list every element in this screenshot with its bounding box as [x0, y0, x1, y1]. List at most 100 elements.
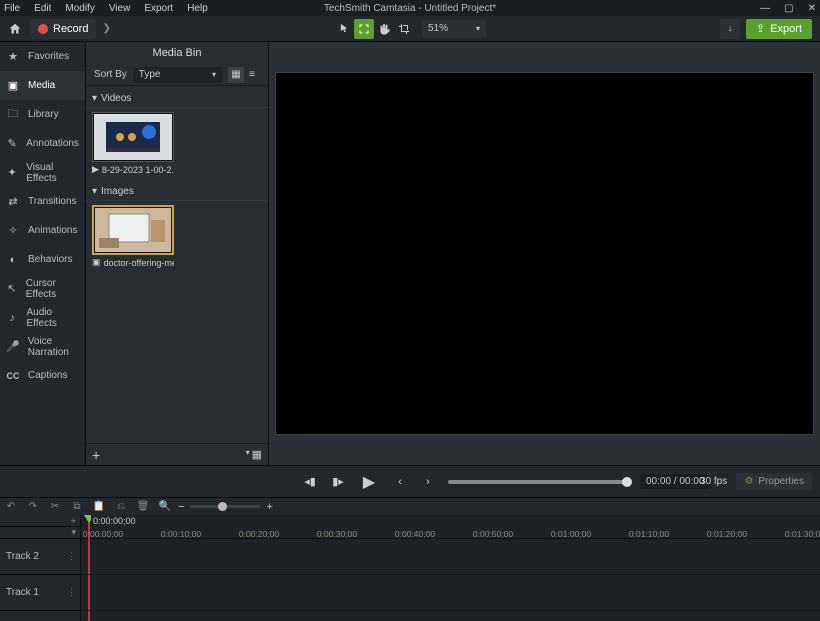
zoom-out-button[interactable]: − — [178, 501, 184, 513]
next-marker-button[interactable]: › — [418, 472, 438, 492]
track-row[interactable] — [81, 575, 820, 611]
paste-button[interactable]: 📋 — [92, 500, 106, 514]
star-icon: ★ — [6, 50, 20, 64]
menu-help[interactable]: Help — [187, 3, 208, 14]
group-images[interactable]: ▾Images — [86, 183, 268, 201]
sort-label: Sort By — [94, 69, 127, 80]
tick: 0:00:40;00 — [395, 529, 435, 539]
record-menu-chevron[interactable]: ❯ — [102, 23, 110, 34]
tick: 0:01:10;00 — [629, 529, 669, 539]
view-grid[interactable]: ▦ — [228, 67, 244, 83]
toolbar: Record ❯ 51% ▾ ↓ ⇪ Export — [0, 16, 820, 42]
tab-behaviors[interactable]: ◐Behaviors — [0, 245, 85, 274]
image-icon: ▣ — [92, 257, 101, 268]
view-list[interactable]: ≡ — [244, 67, 260, 83]
menu-file[interactable]: File — [4, 3, 20, 14]
window-title: TechSmith Camtasia - Untitled Project* — [324, 3, 496, 14]
chevron-down-icon: ▾ — [476, 24, 480, 33]
play-button[interactable]: ▶ — [356, 469, 382, 495]
tab-cursor-effects[interactable]: ↖Cursor Effects — [0, 274, 85, 303]
undo-button[interactable]: ↶ — [4, 500, 18, 514]
tick: 0:00:00;00 — [83, 529, 123, 539]
sort-select[interactable]: Type ▾ — [133, 67, 222, 83]
tick: 0:01:30;00 — [785, 529, 820, 539]
track-menu-button[interactable]: ▾ — [71, 527, 76, 538]
track-label-2[interactable]: Track 2⋮ — [0, 539, 80, 575]
canvas-area — [269, 42, 820, 465]
tab-annotations[interactable]: ✎Annotations — [0, 129, 85, 158]
menu-modify[interactable]: Modify — [65, 3, 94, 14]
cut-button[interactable]: ✂ — [48, 500, 62, 514]
export-button[interactable]: ⇪ Export — [746, 19, 812, 39]
timeline-tools: ↶ ↷ ✂ ⧉ 📋 ⎌ 🗑 🔍 − + — [0, 497, 820, 515]
annotations-icon: ✎ — [6, 137, 18, 151]
gear-icon: ⚙ — [744, 476, 753, 487]
split-button[interactable]: ⎌ — [114, 500, 128, 514]
maximize-button[interactable]: ▢ — [784, 3, 793, 14]
transitions-icon: ⇄ — [6, 195, 20, 209]
scrubber-knob[interactable] — [622, 477, 632, 487]
tick: 0:01:00;00 — [551, 529, 591, 539]
close-button[interactable]: ✕ — [808, 3, 816, 14]
menu-edit[interactable]: Edit — [34, 3, 51, 14]
zoom-value: 51% — [428, 23, 448, 34]
chevron-down-icon: ▾ — [212, 70, 216, 79]
record-button[interactable]: Record — [30, 19, 96, 39]
prev-frame-button[interactable]: ◂▮ — [300, 472, 320, 492]
properties-button[interactable]: ⚙ Properties — [736, 473, 812, 490]
tab-visual-effects[interactable]: ✦Visual Effects — [0, 158, 85, 187]
tab-audio-effects[interactable]: ♪Audio Effects — [0, 303, 85, 332]
tab-animations[interactable]: ✧Animations — [0, 216, 85, 245]
add-track-button[interactable]: + — [71, 516, 76, 526]
export-label: Export — [770, 23, 802, 35]
zoom-in-button[interactable]: + — [266, 501, 272, 513]
tick: 0:01:20;00 — [707, 529, 747, 539]
track-handle-icon[interactable]: ⋮ — [67, 587, 76, 598]
delete-button[interactable]: 🗑 — [136, 500, 150, 514]
cursor-effects-icon: ↖ — [6, 282, 18, 296]
playbar: ◂▮ ▮▸ ▶ ‹ › 00:00 / 00:00 30 fps ⚙ Prope… — [0, 465, 820, 497]
prev-marker-button[interactable]: ‹ — [390, 472, 410, 492]
track-row[interactable] — [81, 539, 820, 575]
timeline: + ▾ Track 2⋮ Track 1⋮ 0:00:00;00 0:00:00… — [0, 515, 820, 621]
media-item-video[interactable]: ▶8-29-2023 1-00-2... — [92, 112, 174, 175]
timeline-body[interactable]: 0:00:00;00 0:00:00;00 0:00:10;00 0:00:20… — [81, 515, 820, 621]
tool-select[interactable] — [334, 19, 354, 39]
panel-grid-button[interactable]: ▦ — [252, 448, 262, 461]
zoom-timeline-button[interactable]: 🔍 — [158, 500, 172, 514]
tab-media[interactable]: ▣Media — [0, 71, 85, 100]
menu-view[interactable]: View — [109, 3, 131, 14]
zoom-combo[interactable]: 51% ▾ — [422, 20, 486, 38]
tool-pan[interactable] — [374, 19, 394, 39]
tab-captions[interactable]: CCCaptions — [0, 361, 85, 390]
copy-button[interactable]: ⧉ — [70, 500, 84, 514]
scrubber[interactable] — [448, 480, 628, 484]
tab-voice-narration[interactable]: 🎤Voice Narration — [0, 332, 85, 361]
timeline-ruler[interactable]: 0:00:00;00 0:00:00;00 0:00:10;00 0:00:20… — [81, 515, 820, 539]
tool-resize[interactable] — [354, 19, 374, 39]
minimize-button[interactable]: — — [760, 3, 770, 14]
add-media-button[interactable]: + — [92, 447, 100, 463]
tab-favorites[interactable]: ★Favorites — [0, 42, 85, 71]
tick: 0:00:20;00 — [239, 529, 279, 539]
tab-transitions[interactable]: ⇄Transitions — [0, 187, 85, 216]
track-handle-icon[interactable]: ⋮ — [67, 551, 76, 562]
home-button[interactable] — [4, 19, 26, 39]
download-button[interactable]: ↓ — [720, 19, 740, 39]
next-frame-button[interactable]: ▮▸ — [328, 472, 348, 492]
zoom-slider[interactable] — [190, 505, 260, 508]
playhead-readout: 0:00:00;00 — [91, 515, 138, 527]
media-item-image[interactable]: ▣doctor-offering-me... — [92, 205, 174, 268]
tool-crop[interactable] — [394, 19, 414, 39]
tab-library[interactable]: 🗀Library — [0, 100, 85, 129]
group-videos[interactable]: ▾Videos — [86, 90, 268, 108]
image-thumb-icon — [95, 208, 171, 252]
caret-down-icon: ▾ — [92, 186, 97, 197]
preview-canvas[interactable] — [275, 72, 814, 435]
redo-button[interactable]: ↷ — [26, 500, 40, 514]
panel-title: Media Bin — [86, 42, 268, 64]
library-icon: 🗀 — [6, 108, 20, 122]
menu-export[interactable]: Export — [144, 3, 173, 14]
track-label-1[interactable]: Track 1⋮ — [0, 575, 80, 611]
panel-menu-button[interactable]: ▾ — [246, 448, 250, 461]
